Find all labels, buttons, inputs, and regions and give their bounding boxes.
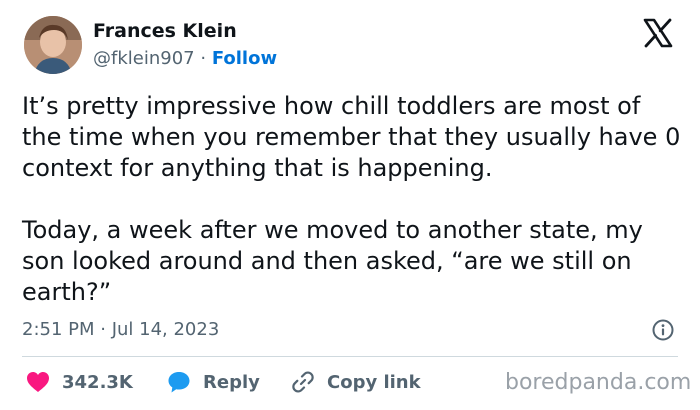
author-handle-row: @fklein907 · Follow	[93, 48, 277, 69]
tweet-paragraph-1: It’s pretty impressive how chill toddler…	[22, 92, 681, 182]
follow-button[interactable]: Follow	[212, 48, 277, 69]
separator-dot: ·	[200, 48, 207, 69]
reply-button[interactable]: Reply	[167, 368, 260, 396]
link-icon	[292, 371, 314, 393]
tweet-paragraph-2: Today, a week after we moved to another …	[22, 216, 643, 306]
copy-link-button[interactable]: Copy link	[291, 368, 421, 396]
x-logo-icon[interactable]	[642, 17, 674, 49]
heart-icon	[27, 372, 49, 392]
watermark: boredpanda.com	[505, 370, 692, 395]
reply-label: Reply	[203, 371, 260, 393]
tweet-card: Frances Klein @fklein907 · Follow It’s p…	[0, 0, 700, 410]
like-count: 342.3K	[62, 371, 133, 393]
copy-link-label: Copy link	[327, 371, 421, 393]
author-handle[interactable]: @fklein907	[93, 48, 195, 69]
like-button[interactable]: 342.3K	[26, 368, 133, 396]
author-name[interactable]: Frances Klein	[93, 20, 237, 42]
speech-bubble-icon	[168, 372, 190, 393]
tweet-timestamp[interactable]: 2:51 PM · Jul 14, 2023	[22, 319, 219, 340]
avatar[interactable]	[24, 16, 82, 74]
info-icon[interactable]	[651, 318, 675, 342]
divider	[22, 356, 678, 357]
tweet-text: It’s pretty impressive how chill toddler…	[22, 91, 682, 308]
